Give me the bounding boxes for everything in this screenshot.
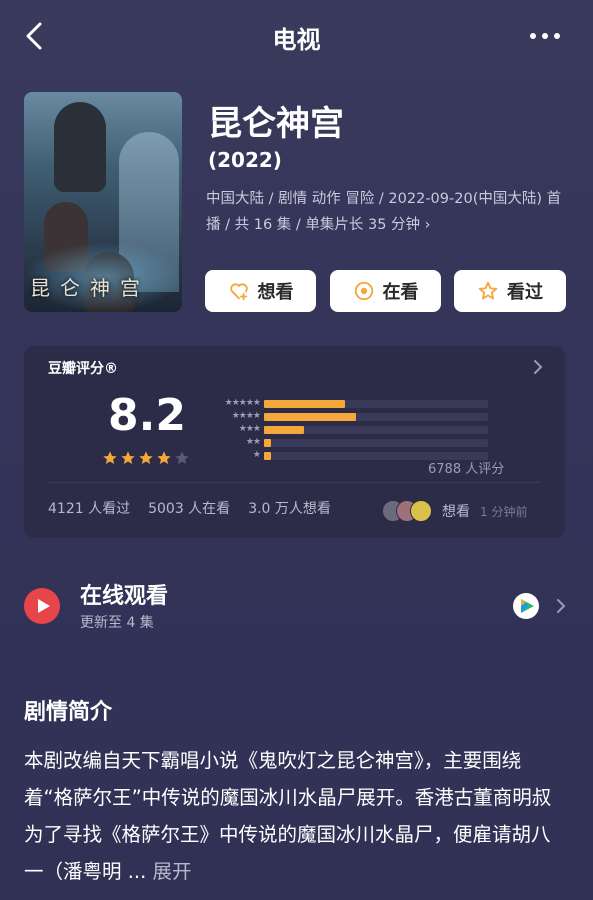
- rating-bar-fill: [264, 439, 271, 447]
- avatar: [410, 500, 432, 522]
- more-dots-icon: [530, 33, 560, 39]
- star-outline-icon: [478, 281, 498, 300]
- rating-bar-track: [264, 413, 488, 421]
- watching-button-label: 在看: [382, 282, 419, 303]
- rating-bar-fill: [264, 452, 271, 460]
- rating-score: 8.2: [108, 390, 186, 441]
- show-year: (2022): [208, 148, 282, 172]
- star-filled-icon: [157, 451, 171, 464]
- play-icon: [24, 588, 60, 624]
- chevron-right-icon: [534, 360, 543, 374]
- show-meta[interactable]: 中国大陆 / 剧情 动作 冒险 / 2022-09-20(中国大陆) 首播 / …: [206, 186, 566, 238]
- poster-image[interactable]: 昆仑神宫: [24, 92, 182, 312]
- divider: [48, 482, 541, 483]
- rating-row-stars: ★: [252, 450, 261, 460]
- star-filled-icon: [139, 451, 153, 464]
- rating-bar-fill: [264, 413, 356, 421]
- heart-plus-icon: [229, 283, 248, 301]
- video-platform-icon: [513, 593, 539, 619]
- more-button[interactable]: [527, 24, 563, 48]
- recent-time: 1 分钟前: [480, 504, 528, 519]
- online-watch-subtitle: 更新至 4 集: [80, 615, 154, 631]
- stat-watched: 4121 人看过: [48, 501, 131, 517]
- recent-activity[interactable]: 想看 1 分钟前: [382, 500, 527, 522]
- rating-card[interactable]: 豆瓣评分® 8.2 ★★★★★ ★★★★ ★★★ ★★ ★ 6788 人评分 4121 …: [24, 346, 565, 538]
- watching-button[interactable]: 在看: [330, 270, 441, 312]
- online-watch-row[interactable]: 在线观看 更新至 4 集: [24, 576, 570, 636]
- stat-watching: 5003 人在看: [148, 501, 231, 517]
- top-bar: 电视: [0, 0, 593, 72]
- watched-button-label: 看过: [507, 282, 543, 303]
- watched-button[interactable]: 看过: [454, 270, 566, 312]
- rating-distribution-row: ★★: [200, 436, 510, 449]
- recent-action: 想看: [442, 504, 470, 520]
- synopsis-body: 本剧改编自天下霸唱小说《鬼吹灯之昆仑神宫》，主要围绕着“格萨尔王”中传说的魔国冰…: [24, 749, 552, 883]
- star-filled-icon: [121, 451, 135, 464]
- rating-row-stars: ★★: [245, 437, 261, 447]
- rating-row-stars: ★★★: [238, 424, 261, 434]
- rating-bar-fill: [264, 400, 345, 408]
- poster-figure: [54, 102, 106, 192]
- expand-link[interactable]: 展开: [153, 860, 192, 883]
- page-title: 电视: [272, 26, 321, 54]
- want-button-label: 想看: [257, 282, 294, 303]
- chevron-right-icon: ›: [424, 217, 431, 233]
- synopsis-text: 本剧改编自天下霸唱小说《鬼吹灯之昆仑神宫》，主要围绕着“格萨尔王”中传说的魔国冰…: [24, 742, 569, 890]
- synopsis-title: 剧情简介: [24, 700, 113, 725]
- rating-distribution-row: ★★★★★: [200, 397, 510, 410]
- rating-stats: 4121 人看过 5003 人在看 3.0 万人想看: [48, 498, 331, 518]
- rating-stars: [102, 450, 190, 466]
- want-button[interactable]: 想看: [205, 270, 316, 312]
- stat-want: 3.0 万人想看: [248, 501, 331, 517]
- rating-distribution-row: ★★★: [200, 423, 510, 436]
- online-watch-title: 在线观看: [80, 584, 169, 609]
- rating-bar-track: [264, 426, 488, 434]
- rating-bar-track: [264, 400, 488, 408]
- rating-row-stars: ★★★★★: [224, 398, 261, 408]
- rating-bar-fill: [264, 426, 305, 434]
- rating-count: 6788 人评分: [428, 462, 505, 477]
- watching-circle-icon: [354, 281, 373, 301]
- rating-label: 豆瓣评分®: [48, 361, 118, 377]
- rating-row-stars: ★★★★: [231, 411, 261, 421]
- show-title: 昆仑神宫: [208, 104, 344, 144]
- rating-distribution-row: ★★★★: [200, 410, 510, 423]
- rating-bar-track: [264, 439, 488, 447]
- show-meta-text: 中国大陆 / 剧情 动作 冒险 / 2022-09-20(中国大陆) 首播 / …: [206, 191, 562, 233]
- star-empty-icon: [175, 451, 189, 464]
- poster-title: 昆仑神宫: [30, 276, 150, 300]
- star-filled-icon: [103, 451, 117, 464]
- chevron-right-icon: [557, 599, 566, 613]
